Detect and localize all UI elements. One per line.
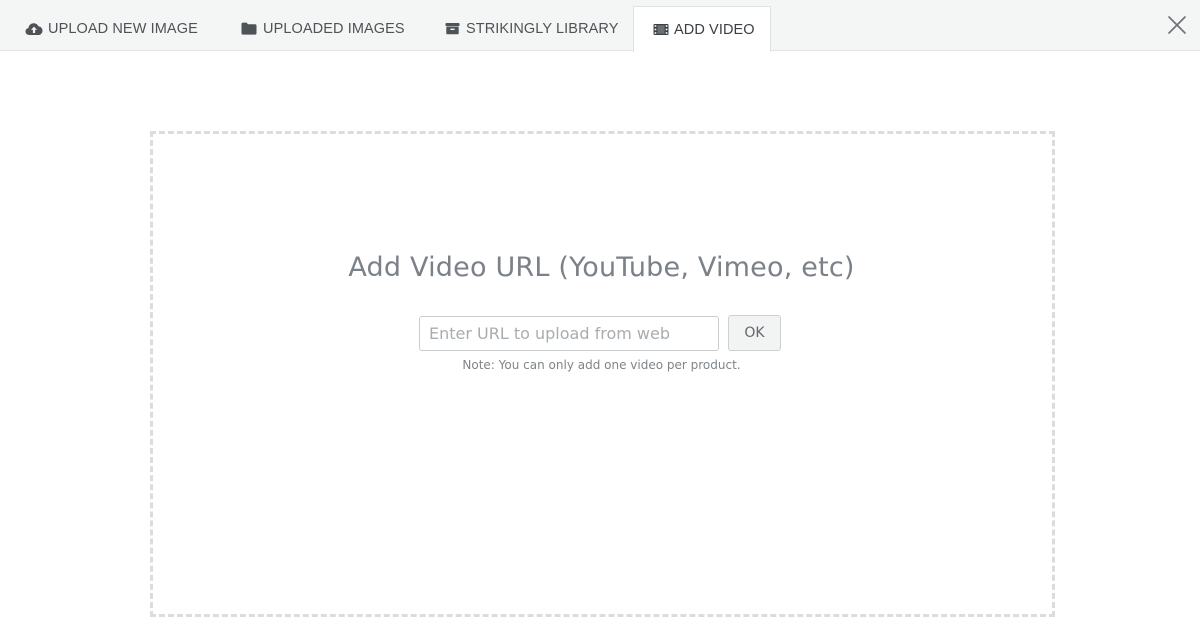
tab-label: UPLOADED IMAGES xyxy=(263,20,405,37)
tab-label: UPLOAD NEW IMAGE xyxy=(48,20,198,37)
ok-button[interactable]: OK xyxy=(728,315,781,351)
tab-bar: UPLOAD NEW IMAGE UPLOADED IMAGES STRIKIN… xyxy=(0,0,1200,52)
video-dropzone xyxy=(150,131,1055,617)
add-video-heading: Add Video URL (YouTube, Vimeo, etc) xyxy=(348,252,855,283)
archive-box-icon xyxy=(443,22,461,36)
folder-icon xyxy=(240,22,258,36)
video-url-input[interactable] xyxy=(419,316,719,351)
tab-label: ADD VIDEO xyxy=(674,21,755,38)
tab-label: STRIKINGLY LIBRARY xyxy=(466,20,619,37)
cloud-upload-icon xyxy=(25,22,43,36)
video-limit-note: Note: You can only add one video per pro… xyxy=(462,358,741,372)
close-button[interactable] xyxy=(1166,14,1188,36)
tab-uploaded-images[interactable]: UPLOADED IMAGES xyxy=(240,6,405,51)
close-icon xyxy=(1168,16,1186,34)
film-icon xyxy=(653,23,669,37)
tab-upload-new-image[interactable]: UPLOAD NEW IMAGE xyxy=(25,6,198,51)
tab-strikingly-library[interactable]: STRIKINGLY LIBRARY xyxy=(443,6,619,51)
tab-add-video[interactable]: ADD VIDEO xyxy=(633,6,771,52)
